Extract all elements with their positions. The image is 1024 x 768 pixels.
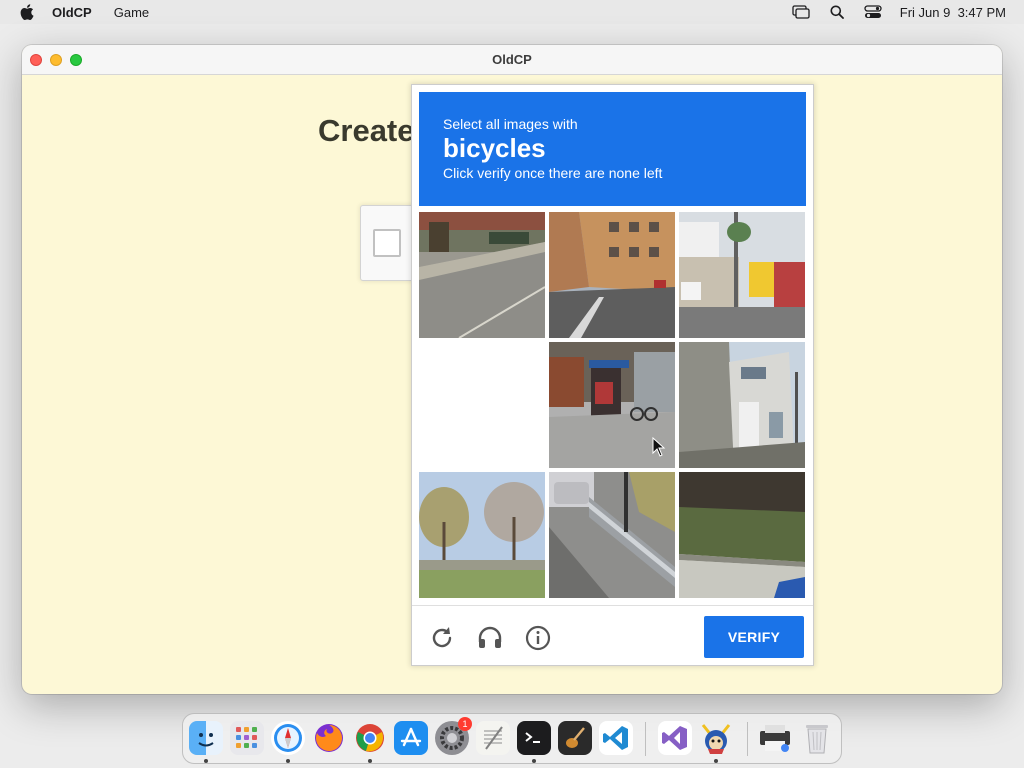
captcha-subinstruction: Click verify once there are none left — [443, 165, 663, 181]
info-icon[interactable] — [524, 624, 552, 652]
screen-mirroring-icon[interactable] — [792, 3, 810, 21]
close-window-button[interactable] — [30, 54, 42, 66]
street-corner-tile[interactable] — [419, 212, 545, 338]
empty-tile[interactable] — [419, 342, 545, 468]
dock — [182, 713, 842, 764]
grass-verge-tile[interactable] — [679, 472, 805, 598]
captcha-keyword: bicycles — [443, 133, 546, 163]
finder-icon[interactable] — [189, 721, 223, 755]
chrome-icon[interactable] — [353, 721, 387, 755]
captcha-image-grid — [419, 212, 806, 599]
captcha-footer: VERIFY — [412, 605, 813, 665]
trash-icon[interactable] — [800, 721, 834, 755]
textedit-icon[interactable] — [476, 721, 510, 755]
window-title: OldCP — [492, 52, 532, 67]
minimize-window-button[interactable] — [50, 54, 62, 66]
menubar-clock[interactable]: Fri Jun 9 3:47 PM — [900, 5, 1006, 20]
recaptcha-checkbox[interactable] — [373, 229, 401, 257]
game-mascot-icon[interactable] — [699, 721, 733, 755]
mouse-cursor-icon — [652, 437, 666, 457]
page-heading: Create — [318, 113, 415, 148]
system-settings-badge: 1 — [458, 717, 472, 731]
app-store-icon[interactable] — [394, 721, 428, 755]
apple-icon[interactable] — [18, 3, 36, 21]
launchpad-icon[interactable] — [230, 721, 264, 755]
finder-running-indicator — [204, 759, 208, 763]
menu-bar: OldCP Game Fri Jun 9 3:47 PM — [0, 0, 1024, 24]
garageband-icon[interactable] — [558, 721, 592, 755]
control-center-icon[interactable] — [864, 3, 882, 21]
app-menu-oldcp[interactable]: OldCP — [52, 5, 92, 20]
guardrail-road-tile[interactable] — [549, 472, 675, 598]
chrome-running-indicator — [368, 759, 372, 763]
terminal-icon[interactable] — [517, 721, 551, 755]
firefox-icon[interactable] — [312, 721, 346, 755]
audio-headphones-icon[interactable] — [476, 624, 504, 652]
verify-button[interactable]: VERIFY — [704, 616, 804, 658]
terminal-running-indicator — [532, 759, 536, 763]
shop-front-tile[interactable] — [679, 212, 805, 338]
menu-game[interactable]: Game — [114, 5, 149, 20]
spotlight-search-icon[interactable] — [828, 3, 846, 21]
printer-icon[interactable] — [758, 721, 792, 755]
safari-running-indicator — [286, 759, 290, 763]
park-trees-tile[interactable] — [419, 472, 545, 598]
reload-icon[interactable] — [428, 624, 456, 652]
dock-separator — [747, 722, 748, 756]
safari-icon[interactable] — [271, 721, 305, 755]
captcha-instruction: Select all images with — [443, 116, 578, 132]
zoom-window-button[interactable] — [70, 54, 82, 66]
captcha-header: Select all images with bicycles Click ve… — [419, 92, 806, 206]
dock-separator — [645, 722, 646, 756]
game-running-indicator — [714, 759, 718, 763]
captcha-challenge-dialog: Select all images with bicycles Click ve… — [411, 84, 814, 666]
city-street-tile[interactable] — [549, 212, 675, 338]
vscode-icon[interactable] — [599, 721, 633, 755]
window-titlebar[interactable]: OldCP — [22, 45, 1002, 75]
visual-studio-icon[interactable] — [658, 721, 692, 755]
house-alley-tile[interactable] — [679, 342, 805, 468]
